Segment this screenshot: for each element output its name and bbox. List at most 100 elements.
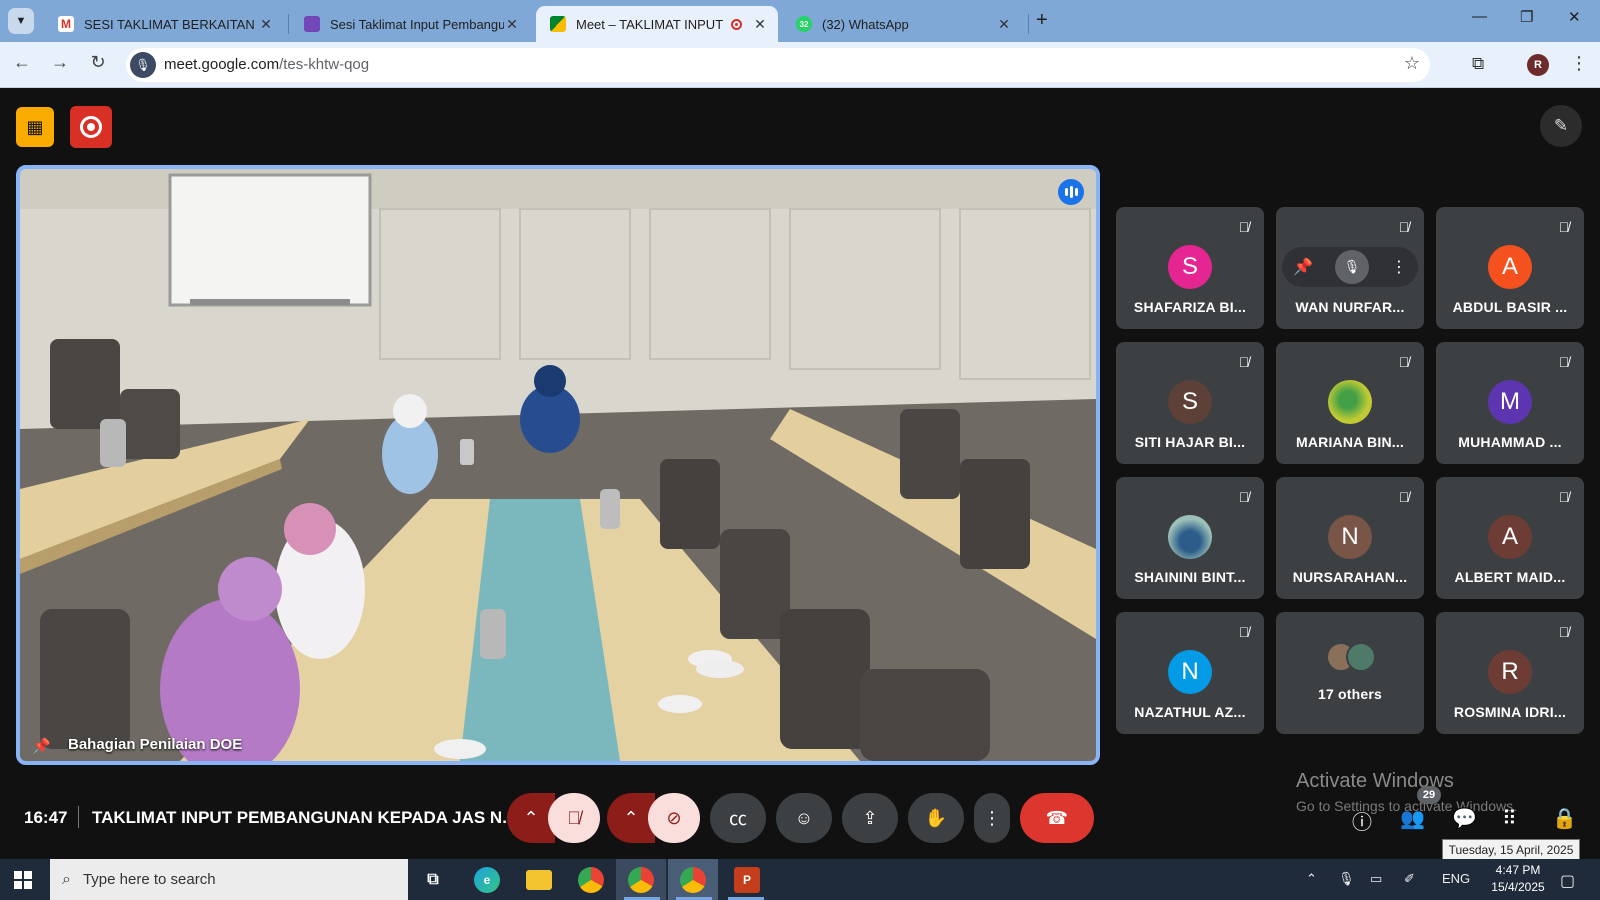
edit-pen-icon[interactable]: ✎: [1540, 105, 1582, 147]
tray-pen-icon[interactable]: ✐: [1404, 871, 1415, 887]
windows-start-icon[interactable]: [14, 871, 32, 889]
participant-tile[interactable]: 🎙̸ S SITI HAJAR BI...: [1116, 342, 1264, 464]
mic-off-icon: 🎙̸: [1398, 354, 1410, 370]
participant-tile[interactable]: 🎙̸ A ALBERT MAID...: [1436, 477, 1584, 599]
participant-name: MUHAMMAD ...: [1458, 434, 1562, 450]
edge-icon[interactable]: e: [474, 867, 500, 893]
chat-icon[interactable]: 💬: [1452, 806, 1477, 831]
participant-name: SITI HAJAR BI...: [1134, 434, 1246, 450]
microphone-icon[interactable]: 🎙: [130, 52, 156, 78]
task-view-icon[interactable]: ⧉: [420, 867, 446, 893]
info-icon[interactable]: ⓘ: [1352, 806, 1372, 835]
pin-icon[interactable]: 📌: [1293, 257, 1313, 277]
file-explorer-icon[interactable]: [526, 870, 552, 890]
avatar: R: [1488, 650, 1532, 694]
others-tile[interactable]: 17 others: [1276, 612, 1424, 734]
more-options-button[interactable]: ⋮: [974, 793, 1010, 843]
back-button[interactable]: ←: [10, 52, 34, 73]
end-call-button[interactable]: ☎: [1020, 793, 1094, 843]
activities-icon[interactable]: ⠿: [1502, 806, 1517, 831]
minimize-button[interactable]: —: [1472, 8, 1487, 25]
taskbar-search[interactable]: ⌕ Type here to search: [50, 859, 408, 900]
powerpoint-icon[interactable]: P: [734, 867, 760, 893]
profile-avatar[interactable]: R: [1527, 54, 1549, 76]
tray-time: 4:47 PM: [1495, 863, 1541, 877]
camera-toggle-button[interactable]: ⊘: [648, 793, 700, 843]
tray-mic-icon[interactable]: 🎙: [1338, 871, 1355, 887]
captions-off-badge-icon[interactable]: ▦: [16, 107, 54, 147]
recording-badge[interactable]: [70, 106, 112, 148]
participant-name: SHAFARIZA BI...: [1133, 299, 1247, 315]
tray-clock[interactable]: 4:47 PM 15/4/2025: [1480, 862, 1556, 896]
others-avatars: [1326, 642, 1386, 674]
tray-date: 15/4/2025: [1491, 880, 1545, 894]
emoji-icon: ☺: [794, 807, 814, 828]
participant-name: MARIANA BIN...: [1295, 434, 1405, 450]
tab-whatsapp[interactable]: 32 (32) WhatsApp ✕: [782, 6, 1022, 42]
participant-tile[interactable]: 🎙̸ M MUHAMMAD ...: [1436, 342, 1584, 464]
raise-hand-button[interactable]: ✋: [908, 793, 964, 843]
phone-hangup-icon: ☎: [1045, 807, 1069, 828]
url-text[interactable]: meet.google.com/tes-khtw-qog: [164, 56, 369, 73]
participant-name: SHAININI BINT...: [1134, 569, 1246, 585]
mic-off-icon: 🎙̸: [1398, 219, 1410, 235]
speaking-indicator-icon: [1058, 179, 1084, 205]
participant-tile[interactable]: 🎙̸ N NAZATHUL AZ...: [1116, 612, 1264, 734]
chrome-active-icon[interactable]: [680, 867, 706, 893]
close-icon[interactable]: ✕: [996, 16, 1012, 33]
tile-hover-controls: 📌 🎙 ⋮: [1282, 247, 1418, 287]
participant-tile[interactable]: 🎙̸ A ABDUL BASIR ...: [1436, 207, 1584, 329]
close-icon[interactable]: ✕: [504, 16, 520, 33]
chevron-down-icon: ▼: [15, 15, 27, 27]
participant-tile[interactable]: 🎙̸ N NURSARAHAN...: [1276, 477, 1424, 599]
captions-button[interactable]: ㏄: [710, 793, 766, 843]
forms-icon: [304, 16, 320, 32]
avatar: A: [1488, 245, 1532, 289]
tray-chevron-up-icon[interactable]: ⌃: [1306, 871, 1317, 887]
people-icon[interactable]: 👥: [1400, 806, 1425, 831]
window-close-button[interactable]: ✕: [1568, 8, 1581, 26]
reactions-button[interactable]: ☺: [776, 793, 832, 843]
language-indicator[interactable]: ENG: [1442, 871, 1470, 886]
mic-off-icon: 🎙̸: [1398, 489, 1410, 505]
forward-button[interactable]: →: [48, 52, 72, 73]
maximize-button[interactable]: ❐: [1520, 8, 1533, 26]
mute-participant-icon[interactable]: 🎙: [1334, 250, 1369, 284]
main-speaker-name: Bahagian Penilaian DOE: [68, 736, 243, 753]
extensions-icon[interactable]: ⧉: [1472, 54, 1484, 74]
tab-gmail[interactable]: M SESI TAKLIMAT BERKAITAN INPUT ✕: [44, 6, 284, 42]
browser-menu-icon[interactable]: ⋮: [1570, 53, 1588, 74]
avatar: N: [1168, 650, 1212, 694]
present-button[interactable]: ⇪: [842, 793, 898, 843]
tab-search-button[interactable]: ▼: [8, 8, 34, 34]
more-vertical-icon: ⋮: [983, 807, 1001, 828]
tab-meet[interactable]: Meet – TAKLIMAT INPUT PEMB ✕: [536, 6, 778, 42]
chrome-icon[interactable]: [578, 867, 604, 893]
tab-forms[interactable]: Sesi Taklimat Input Pembangunan ✕: [290, 6, 530, 42]
host-controls-icon[interactable]: 🔒: [1552, 806, 1577, 831]
close-icon[interactable]: ✕: [752, 16, 768, 33]
main-video-tile[interactable]: 📌 Bahagian Penilaian DOE: [16, 165, 1100, 765]
more-options-icon[interactable]: ⋮: [1391, 257, 1407, 277]
reload-button[interactable]: ↻: [86, 52, 110, 73]
participant-tile[interactable]: 🎙̸ S SHAFARIZA BI...: [1116, 207, 1264, 329]
url-host: meet.google.com: [164, 56, 280, 73]
others-count: 17 others: [1317, 686, 1383, 702]
tray-battery-icon[interactable]: ▭: [1370, 871, 1382, 887]
participant-tile[interactable]: 🎙̸ MARIANA BIN...: [1276, 342, 1424, 464]
avatar: S: [1168, 380, 1212, 424]
mic-toggle-button[interactable]: 🎙̸: [548, 793, 600, 843]
close-icon[interactable]: ✕: [258, 16, 274, 33]
search-icon: ⌕: [62, 870, 71, 888]
new-tab-button[interactable]: +: [1036, 9, 1048, 32]
participant-tile[interactable]: 🎙̸ 📌 🎙 ⋮ WAN NURFAR...: [1276, 207, 1424, 329]
pin-icon[interactable]: 📌: [32, 737, 51, 755]
browser-tab-strip: ▼ M SESI TAKLIMAT BERKAITAN INPUT ✕ Sesi…: [0, 0, 1600, 42]
bookmark-star-icon[interactable]: ☆: [1404, 53, 1420, 74]
participant-tile[interactable]: 🎙̸ SHAININI BINT...: [1116, 477, 1264, 599]
tab-title: SESI TAKLIMAT BERKAITAN INPUT: [84, 16, 258, 32]
participant-tile[interactable]: 🎙̸ R ROSMINA IDRI...: [1436, 612, 1584, 734]
notifications-icon[interactable]: ▢: [1560, 871, 1575, 891]
address-bar[interactable]: 🎙 meet.google.com/tes-khtw-qog ☆: [126, 48, 1430, 82]
chrome-profile-icon[interactable]: [628, 867, 654, 893]
